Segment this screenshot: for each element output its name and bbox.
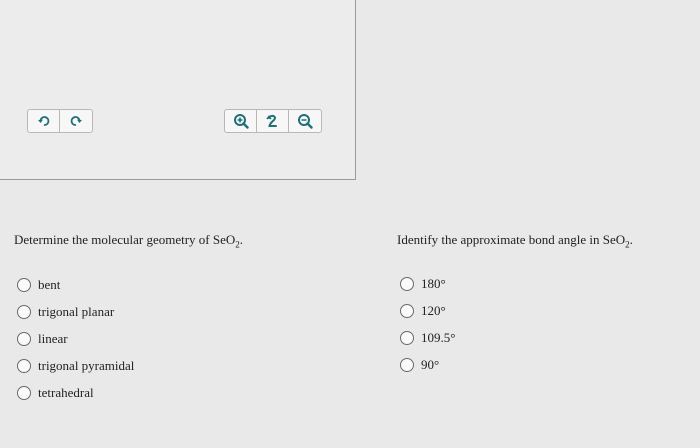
option-trigonal-planar[interactable]: trigonal planar: [17, 298, 134, 325]
zoom-in-icon: [233, 113, 249, 129]
radio-button[interactable]: [17, 358, 31, 373]
undo-button[interactable]: [28, 110, 60, 132]
option-trigonal-pyramidal[interactable]: trigonal pyramidal: [17, 352, 134, 379]
option-label: bent: [38, 276, 61, 292]
option-label: 180°: [421, 275, 446, 291]
drawing-canvas[interactable]: [0, 0, 356, 180]
zoom-in-button[interactable]: [225, 110, 257, 132]
option-label: trigonal pyramidal: [38, 357, 135, 373]
option-109-5[interactable]: 109.5°: [400, 324, 455, 351]
geometry-options: bent trigonal planar linear trigonal pyr…: [17, 271, 134, 406]
radio-button[interactable]: [400, 330, 414, 345]
option-label: 120°: [421, 302, 446, 318]
question-bond-angle: Identify the approximate bond angle in S…: [397, 232, 633, 249]
option-label: 90°: [421, 356, 440, 372]
radio-button[interactable]: [400, 357, 414, 372]
reset-view-button[interactable]: [257, 110, 289, 132]
radio-button[interactable]: [17, 331, 31, 346]
option-linear[interactable]: linear: [17, 325, 134, 352]
option-label: linear: [38, 330, 68, 346]
question-geometry: Determine the molecular geometry of SeO2…: [14, 232, 244, 249]
question-geometry-text: Determine the molecular geometry of SeO: [14, 232, 236, 247]
question-bond-angle-text: Identify the approximate bond angle in S…: [397, 232, 626, 247]
radio-button[interactable]: [400, 303, 414, 318]
bond-angle-options: 180° 120° 109.5° 90°: [400, 270, 455, 378]
redo-button[interactable]: [60, 110, 92, 132]
radio-button[interactable]: [17, 304, 31, 319]
undo-icon: [37, 114, 51, 128]
option-90[interactable]: 90°: [400, 351, 455, 378]
radio-button[interactable]: [17, 385, 31, 400]
radio-button[interactable]: [400, 276, 414, 291]
history-toolbar: [27, 109, 93, 133]
zoom-out-icon: [297, 113, 313, 129]
option-label: 109.5°: [421, 329, 456, 345]
period: .: [239, 232, 244, 247]
option-label: tetrahedral: [38, 384, 94, 400]
zoom-out-button[interactable]: [289, 110, 321, 132]
option-tetrahedral[interactable]: tetrahedral: [17, 379, 134, 406]
option-bent[interactable]: bent: [17, 271, 134, 298]
option-180[interactable]: 180°: [400, 270, 455, 297]
option-label: trigonal planar: [38, 303, 115, 319]
period: .: [629, 232, 633, 247]
option-120[interactable]: 120°: [400, 297, 455, 324]
radio-button[interactable]: [17, 277, 31, 292]
redo-icon: [69, 114, 83, 128]
reset-icon: [265, 113, 281, 129]
zoom-toolbar: [224, 109, 322, 133]
